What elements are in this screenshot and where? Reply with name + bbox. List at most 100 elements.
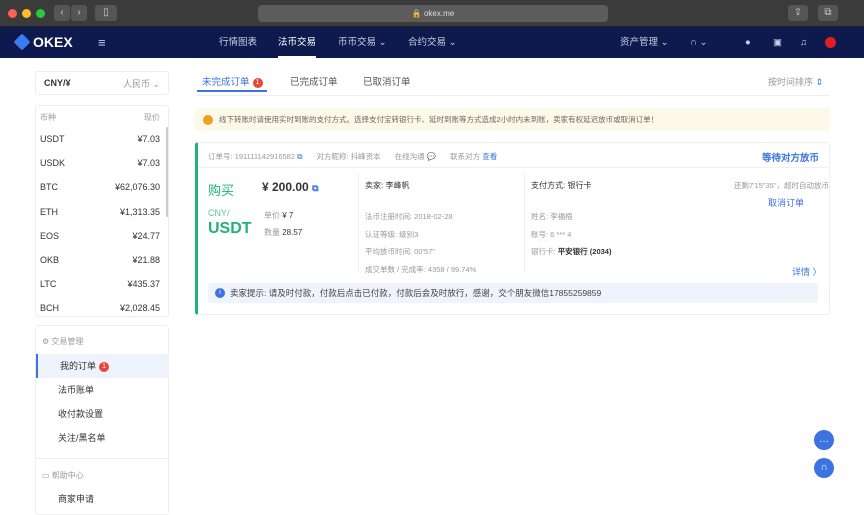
currency-value: CNY/¥ — [44, 78, 71, 88]
sidebar-item-payment-settings[interactable]: 收付款设置 — [36, 402, 169, 426]
coin-list-scrollbar[interactable] — [166, 127, 168, 217]
copy-icon[interactable]: ⧉ — [312, 183, 318, 193]
coin-row[interactable]: LTC ¥435.37 — [40, 279, 160, 289]
close-window-button[interactable] — [8, 9, 17, 18]
chat-bubble-icon: 💬 — [426, 152, 437, 161]
pair-quote: CNY/ — [208, 208, 230, 218]
tab-cancelled-orders[interactable]: 已取消订单 — [363, 74, 411, 88]
online-chat-button[interactable]: 在线沟通 💬 — [395, 151, 436, 162]
order-header: 订单号: 191111142916582 ⧉ 对方昵称: 抖峰资本 在线沟通 💬… — [208, 151, 498, 162]
sidebar-toggle-icon[interactable]: ▯ — [95, 5, 117, 21]
minimize-window-button[interactable] — [22, 9, 31, 18]
payment-details: 姓名: 李福梧 账号: 6 *** 4 银行卡: 平安银行 (2034) — [531, 212, 612, 256]
coin-price: ¥7.03 — [137, 158, 160, 169]
menu-icon[interactable]: ≡ — [98, 27, 106, 58]
okex-logo[interactable]: OKEX — [13, 33, 73, 51]
zoom-window-button[interactable] — [36, 9, 45, 18]
nav-market-chart[interactable]: 行情图表 — [219, 27, 257, 58]
seller-stats: 法币注册时间: 2018-02-28 认证等级: 级别3 平均放币时间: 00'57… — [365, 212, 477, 274]
bell-icon[interactable]: ♫ — [800, 27, 807, 58]
nav-fiat-trade[interactable]: 法币交易 — [278, 27, 317, 58]
nav-futures-trade[interactable]: 合约交易 ⌄ — [408, 27, 457, 58]
share-icon[interactable]: ⇪ — [788, 5, 808, 21]
sidebar-item-follow-blacklist[interactable]: 关注/黑名单 — [36, 426, 169, 450]
cancel-order-button[interactable]: 取消订单 — [768, 196, 804, 209]
coin-name: USDT — [40, 134, 65, 144]
download-icon[interactable]: ▣ — [773, 27, 782, 58]
orders-badge: 1 — [99, 362, 110, 372]
forward-button[interactable]: › — [71, 5, 87, 21]
view-contact-link[interactable]: 查看 — [482, 152, 497, 161]
coin-row[interactable]: USDK ¥7.03 — [40, 158, 160, 168]
currency-select[interactable]: CNY/¥ 人民币 ⌄ — [35, 71, 169, 95]
info-icon: i — [215, 288, 225, 298]
coin-list-header: 币种 现价 — [40, 113, 160, 122]
browser-toolbar: ‹ › ▯ 🔒 okex.me ⇪ ⧉ — [0, 0, 864, 27]
chat-icon[interactable]: ● — [745, 27, 751, 58]
details-link[interactable]: 详情 〉 — [792, 265, 822, 278]
lock-icon: 🔒 — [411, 9, 422, 18]
coin-price: ¥2,028.45 — [119, 303, 160, 314]
divider — [358, 174, 359, 272]
sort-by-time[interactable]: 按时间排序 ⇕ — [768, 75, 823, 88]
support-float-button[interactable]: ∩ — [814, 458, 834, 478]
divider — [524, 174, 525, 272]
payment-method: 支付方式: 银行卡 — [531, 181, 592, 190]
coin-name: USDK — [40, 158, 66, 169]
notice-banner: 线下转账时请使用实时到账的支付方式。选择支付宝转银行卡、延时到账等方式造成2小时… — [195, 108, 830, 131]
warning-icon — [203, 114, 213, 125]
countdown: 还剩7'15"35"，超时自动放币 — [733, 181, 829, 190]
tab-completed-orders[interactable]: 已完成订单 — [290, 74, 338, 88]
unit-price: 单价 ¥ 7 — [264, 211, 294, 220]
sidebar-item-my-orders[interactable]: 我的订单 1 — [36, 354, 169, 378]
help-center-heading: ▭ 帮助中心 — [42, 471, 84, 480]
coin-name: LTC — [40, 279, 57, 290]
peer-name: 抖峰资本 — [350, 152, 381, 161]
active-tab-indicator — [197, 90, 267, 92]
coin-name: OKB — [40, 255, 60, 265]
coin-row[interactable]: BTC ¥62,076.30 — [40, 182, 160, 192]
coin-row[interactable]: BCH ¥2,028.45 — [40, 303, 160, 313]
pending-badge: 1 — [252, 78, 263, 88]
book-icon: ▭ — [42, 471, 50, 480]
url-text: okex.me — [423, 9, 455, 18]
gear-icon: ⚙ — [42, 337, 50, 346]
coin-price: ¥7.03 — [137, 134, 160, 144]
nav-assets[interactable]: 资产管理 ⌄ — [620, 27, 669, 58]
order-status: 等待对方放币 — [762, 153, 820, 164]
order-amount: ¥ 200.00 ⧉ — [262, 180, 319, 194]
sidebar-item-merchant-apply[interactable]: 商家申请 — [36, 487, 169, 511]
tabs-icon[interactable]: ⧉ — [818, 5, 838, 21]
seller-tip: i 卖家提示: 请及时付款，付款后点击已付款，付款后会及时放行，感谢，交个朋友微信… — [208, 283, 818, 303]
divider — [197, 95, 830, 96]
back-button[interactable]: ‹ — [54, 5, 70, 21]
currency-hint: 人民币 ⌄ — [122, 78, 160, 89]
coin-row[interactable]: EOS ¥24.77 — [40, 231, 160, 241]
quantity: 数量 28.57 — [264, 228, 303, 237]
coin-price: ¥21.88 — [132, 255, 160, 265]
seller: 卖家: 李峰帆 — [365, 181, 410, 190]
top-nav: OKEX ≡ 行情图表 法币交易 币币交易 ⌄ 合约交易 ⌄ 资产管理 ⌄ ∩ … — [0, 27, 864, 58]
trade-management-heading: ⚙ 交易管理 — [42, 337, 84, 346]
coin-name: BTC — [40, 182, 58, 193]
coin-price: ¥62,076.30 — [114, 182, 160, 193]
address-bar[interactable]: 🔒 okex.me — [258, 5, 608, 22]
copy-icon[interactable]: ⧉ — [297, 152, 302, 161]
language-flag-icon[interactable] — [825, 37, 836, 48]
order-id: 191111142916582 — [234, 152, 296, 161]
coin-name: EOS — [40, 230, 60, 241]
coin-row[interactable]: ETH ¥1,313.35 — [40, 207, 160, 217]
tab-pending-orders[interactable]: 未完成订单 1 — [202, 74, 263, 88]
coin-price: ¥435.37 — [127, 279, 160, 290]
nav-spot-trade[interactable]: 币币交易 ⌄ — [338, 27, 387, 58]
coin-name: ETH — [40, 206, 58, 217]
coin-price: ¥24.77 — [132, 230, 160, 241]
coin-row[interactable]: USDT ¥7.03 — [40, 134, 160, 144]
chat-float-button[interactable]: … — [814, 430, 834, 450]
sidebar-item-fiat-bill[interactable]: 法币账单 — [36, 378, 169, 402]
coin-row[interactable]: OKB ¥21.88 — [40, 255, 160, 265]
divider — [36, 458, 168, 459]
pair-base: USDT — [208, 220, 252, 237]
support-icon[interactable]: ∩ ⌄ — [690, 27, 707, 58]
order-side: 购买 — [208, 183, 235, 198]
